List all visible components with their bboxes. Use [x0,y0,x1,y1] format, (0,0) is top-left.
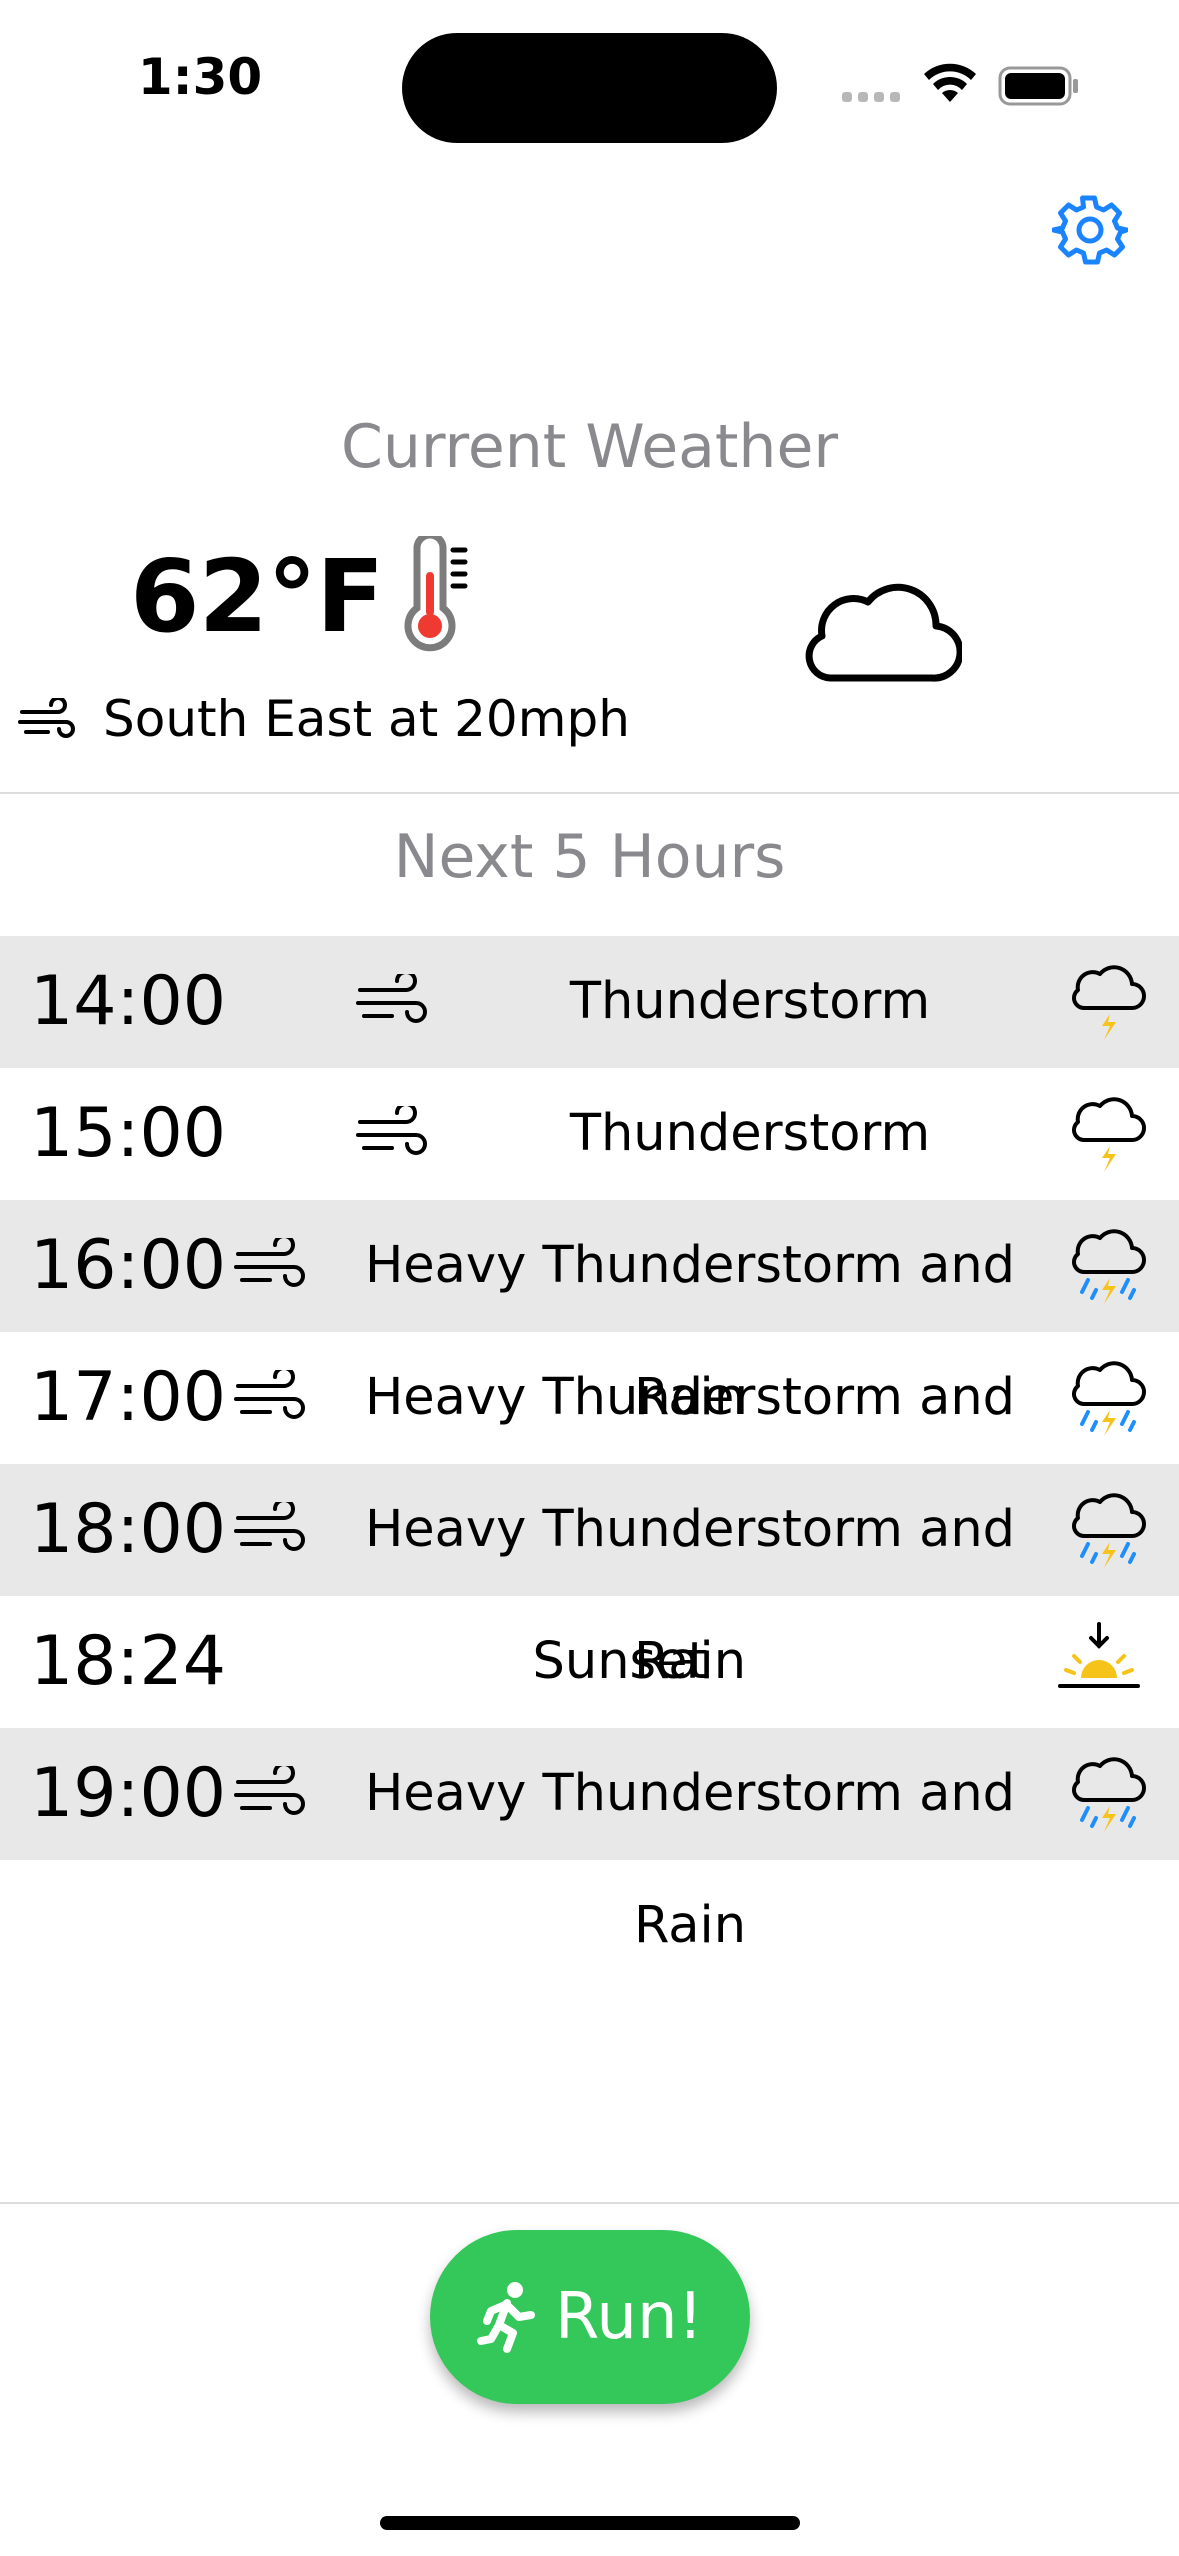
bottom-divider [0,2202,1179,2204]
thunderstorm-rain-icon [1072,1361,1146,1436]
forecast-row: 14:00 Thunderstorm [0,936,1179,1068]
thunderstorm-rain-icon [1072,1757,1146,1832]
wind-icon [234,1766,305,1815]
thunderstorm-icon [1072,1097,1146,1172]
forecast-time: 16:00 [30,1226,226,1305]
forecast-time: 19:00 [30,1754,226,1833]
wind-icon [234,1502,305,1551]
wind-icon [356,1106,427,1155]
forecast-row: 17:00 Heavy Thunderstorm and Rain [0,1332,1179,1559]
forecast-time: 18:24 [30,1622,226,1701]
cloud-icon [805,583,962,682]
current-temperature: 62°F [130,538,384,655]
forecast-condition: Thunderstorm [569,972,931,1031]
forecast-row: 15:00 Thunderstorm [0,1068,1179,1200]
run-button-label: Run! [554,2280,704,2354]
wind-icon [356,974,427,1023]
thunderstorm-rain-icon [1072,1229,1146,1304]
forecast-row: 19:00 Heavy Thunderstorm and Rain [0,1728,1179,1955]
wind-icon [234,1238,305,1287]
thunderstorm-icon [1072,965,1146,1040]
current-weather-title: Current Weather [340,412,839,482]
runner-icon [476,2282,535,2353]
forecast-time: 18:00 [30,1490,226,1569]
cellular-signal-icon [842,92,900,102]
wind-icon [234,1370,305,1419]
battery-icon [998,66,1078,106]
thunderstorm-rain-icon [1072,1493,1146,1568]
divider [0,792,1179,794]
dynamic-island [402,33,777,143]
forecast-time: 17:00 [30,1358,226,1437]
forecast-time: 15:00 [30,1094,226,1173]
forecast-time: 14:00 [30,962,226,1041]
forecast-row: 16:00 Heavy Thunderstorm and Rain [0,1200,1179,1427]
forecast-row: 18:24 Sunset [0,1596,1179,1728]
forecast-list: 14:00 Thunderstorm 15:00 Thunderstorm 16… [0,936,1179,1955]
current-wind: South East at 20mph [103,690,630,748]
wind-icon [18,698,75,738]
run-button[interactable]: Run! [430,2230,750,2404]
gear-icon[interactable] [1052,192,1128,268]
sunset-icon [1058,1622,1140,1688]
wifi-icon [924,63,976,102]
forecast-condition: Sunset [532,1632,708,1691]
forecast-title: Next 5 Hours [393,822,786,892]
status-time: 1:30 [137,48,263,106]
forecast-condition: Thunderstorm [569,1104,931,1163]
thermometer-icon [404,536,468,652]
forecast-condition: Heavy Thunderstorm and Rain [364,1764,1016,1955]
home-indicator[interactable] [380,2516,800,2530]
forecast-row: 18:00 Heavy Thunderstorm and Rain [0,1464,1179,1691]
